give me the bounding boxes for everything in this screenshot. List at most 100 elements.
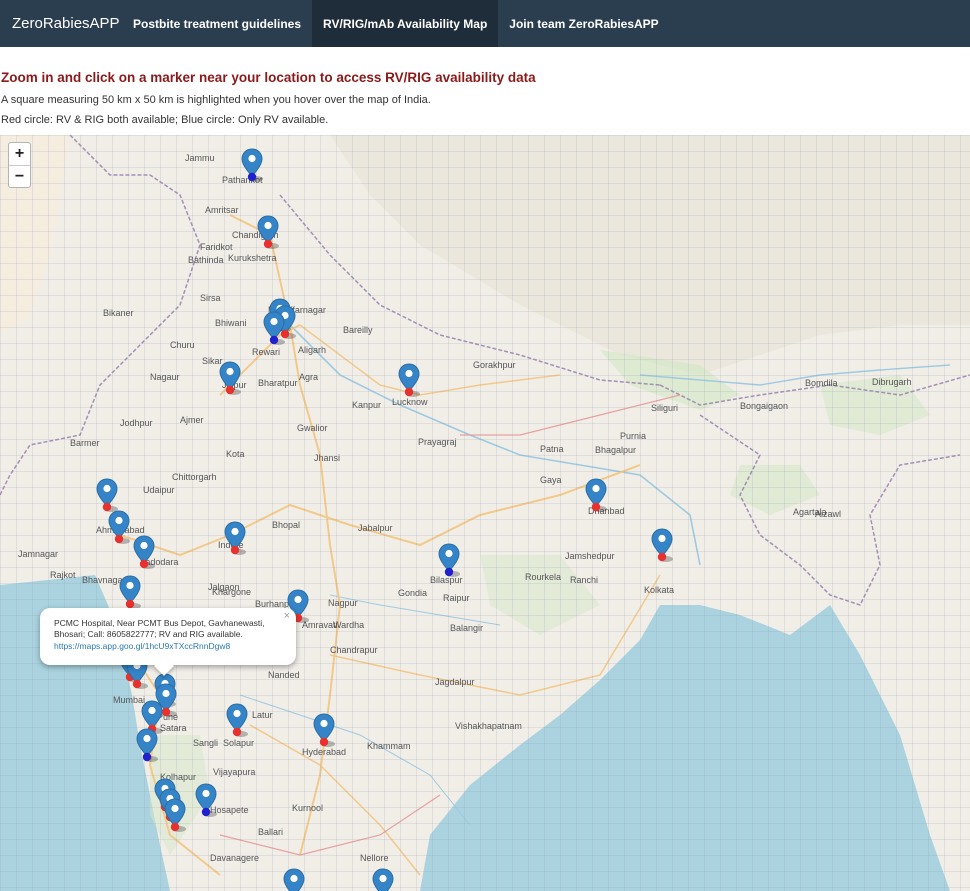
city-label: Latur [252, 710, 273, 720]
popup-text: PCMC Hospital, Near PCMT Bus Depot, Gavh… [54, 618, 265, 639]
city-label: Satara [160, 723, 187, 733]
marker-popup: × PCMC Hospital, Near PCMT Bus Depot, Ga… [40, 608, 296, 676]
city-label: Jamnagar [18, 549, 59, 559]
navbar: ZeroRabiesAPP Postbite treatment guideli… [0, 0, 970, 47]
city-label: Jagdalpur [435, 677, 475, 687]
city-label: Nanded [268, 670, 300, 680]
city-label: Sirsa [200, 293, 221, 303]
map-marker[interactable] [313, 713, 335, 749]
city-label: Chandrapur [330, 645, 378, 655]
city-label: Ajmer [180, 415, 204, 425]
map-marker[interactable] [398, 363, 420, 399]
map-marker-pin-icon [283, 868, 305, 891]
map-marker-pin-icon [257, 215, 279, 249]
zoom-in-button[interactable]: + [9, 143, 30, 165]
city-label: Amritsar [205, 205, 239, 215]
city-label: Bathinda [188, 255, 224, 265]
city-label: Aligarh [298, 345, 327, 355]
map-marker-pin-icon [108, 510, 130, 544]
nav-join-team[interactable]: Join team ZeroRabiesAPP [498, 0, 669, 47]
map-marker[interactable] [241, 148, 263, 184]
map-marker[interactable] [195, 783, 217, 819]
city-label: Barmer [70, 438, 100, 448]
city-label: Gwalior [297, 423, 328, 433]
city-label: Udaipur [143, 485, 175, 495]
map-marker-pin-icon [651, 528, 673, 562]
map-marker[interactable] [136, 728, 158, 764]
map-marker[interactable] [283, 868, 305, 891]
city-label: Bhiwani [215, 318, 247, 328]
city-label: Nellore [360, 853, 389, 863]
brand-logo[interactable]: ZeroRabiesAPP [0, 0, 122, 47]
city-label: Khammam [367, 741, 411, 751]
popup-close-icon[interactable]: × [284, 610, 290, 622]
map-marker-pin-icon [372, 868, 394, 891]
nav-availability-map[interactable]: RV/RIG/mAb Availability Map [312, 0, 499, 47]
city-label: Chittorgarh [172, 472, 217, 482]
city-label: Balangir [450, 623, 484, 633]
nav-postbite-guidelines[interactable]: Postbite treatment guidelines [122, 0, 312, 47]
map-marker[interactable] [257, 215, 279, 251]
map-marker[interactable] [585, 478, 607, 514]
city-label: Bikaner [103, 308, 134, 318]
map-marker[interactable] [226, 703, 248, 739]
map-marker-pin-icon [226, 703, 248, 737]
city-label: Bareilly [343, 325, 373, 335]
city-label: Jabalpur [358, 523, 393, 533]
map-marker[interactable] [96, 478, 118, 514]
map-marker[interactable] [651, 528, 673, 564]
city-label: Kota [226, 449, 245, 459]
city-label: Solapur [223, 738, 255, 748]
city-label: Gondia [398, 588, 428, 598]
map-marker-pin-icon [164, 798, 186, 832]
city-label: Gaya [540, 475, 562, 485]
map-marker-pin-icon [224, 521, 246, 555]
city-label: Kanpur [352, 400, 382, 410]
city-label: Jamshedpur [565, 551, 615, 561]
city-label: Prayagraj [418, 437, 457, 447]
map-marker-pin-icon [133, 535, 155, 569]
map-marker-pin-icon [195, 783, 217, 817]
city-label: Rourkela [525, 572, 562, 582]
city-label: Agra [299, 372, 319, 382]
map-marker[interactable] [133, 535, 155, 571]
map-marker[interactable] [263, 311, 285, 347]
city-label: Gorakhpur [473, 360, 516, 370]
availability-map[interactable]: Jammu Pathankot Amritsar Chandigarh Kurukshe… [0, 135, 970, 891]
map-marker[interactable] [224, 521, 246, 557]
map-marker[interactable] [119, 575, 141, 611]
city-label: Aizawl [815, 509, 842, 519]
city-label: Bhopal [272, 520, 301, 530]
city-label: Dibrugarh [872, 377, 912, 387]
city-label: Bharatpur [258, 378, 298, 388]
intro-hover-note: A square measuring 50 km x 50 km is high… [1, 94, 431, 106]
map-marker-pin-icon [241, 148, 263, 182]
city-label: Raipur [443, 593, 470, 603]
city-label: Jodhpur [120, 418, 153, 428]
map-marker[interactable] [219, 361, 241, 397]
map-marker[interactable] [164, 798, 186, 834]
city-label: Vijayapura [213, 767, 256, 777]
zoom-control: + − [8, 142, 31, 188]
city-label: Churu [170, 340, 195, 350]
map-marker[interactable] [108, 510, 130, 546]
popup-maps-link[interactable]: https://maps.app.goo.gl/1hcU9xTXccRnnDgw… [54, 640, 282, 653]
map-marker-pin-icon [96, 478, 118, 512]
map-marker-pin-icon [263, 311, 285, 345]
city-label: Bhagalpur [595, 445, 637, 455]
city-label: Ballari [258, 827, 284, 837]
map-marker[interactable] [372, 868, 394, 891]
city-label: Jhansi [314, 453, 341, 463]
map-marker-pin-icon [136, 728, 158, 762]
intro-legend-note: Red circle: RV & RIG both available; Blu… [1, 114, 329, 126]
city-label: Kolkata [644, 585, 675, 595]
map-marker[interactable] [438, 543, 460, 579]
city-label: Siliguri [651, 403, 679, 413]
city-label: Rewari [252, 347, 281, 357]
city-label: Vishakhapatnam [455, 721, 522, 731]
zoom-out-button[interactable]: − [9, 165, 30, 187]
city-label: Nagaur [150, 372, 180, 382]
city-label: Nagpur [328, 598, 358, 608]
map-marker-pin-icon [313, 713, 335, 747]
map-marker-pin-icon [398, 363, 420, 397]
